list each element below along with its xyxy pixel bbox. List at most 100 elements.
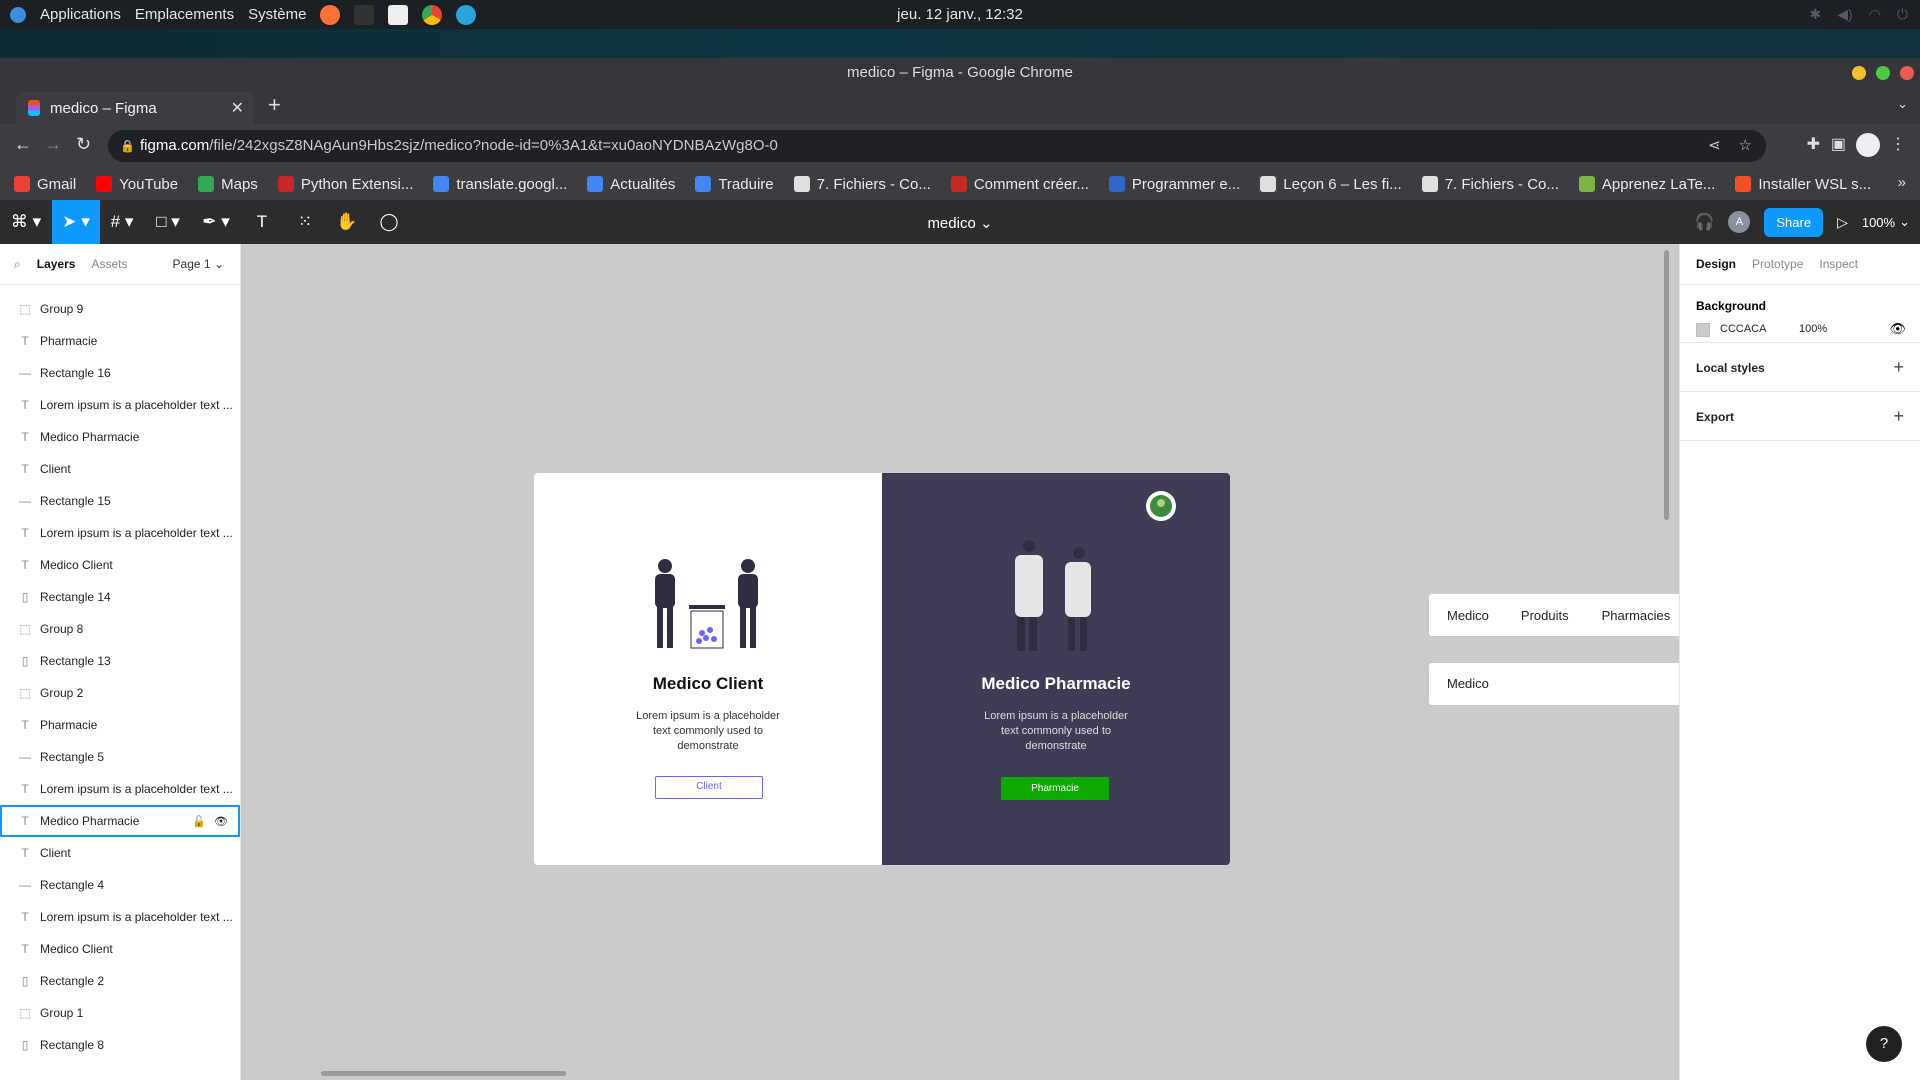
layer-row[interactable]: T Client: [0, 837, 240, 869]
os-menu-places[interactable]: Emplacements: [135, 6, 234, 23]
chevron-down-icon[interactable]: ⌄: [980, 215, 993, 232]
layer-row[interactable]: T Pharmacie: [0, 325, 240, 357]
tab-layers[interactable]: Layers: [37, 257, 76, 271]
vertical-scrollbar[interactable]: [1664, 250, 1669, 520]
audio-icon[interactable]: 🎧: [1694, 212, 1714, 232]
close-tab-icon[interactable]: ✕: [231, 98, 244, 118]
nav-item-medico[interactable]: Medico: [1447, 608, 1489, 623]
minimize-button[interactable]: [1852, 66, 1866, 80]
bookmark-item[interactable]: 7. Fichiers - Co...: [1421, 176, 1559, 193]
nav-item-produits[interactable]: Produits: [1521, 608, 1569, 623]
bookmark-item[interactable]: Gmail: [14, 176, 76, 193]
client-description[interactable]: Lorem ipsum is a placeholder text common…: [628, 709, 788, 754]
hand-tool-icon[interactable]: ✋: [326, 200, 368, 244]
bookmark-item[interactable]: Maps: [198, 176, 258, 193]
present-icon[interactable]: ▷: [1837, 214, 1848, 231]
address-bar[interactable]: 🔒 medico figma.com/file/242xgsZ8NAgAun9H…: [108, 130, 1766, 162]
tab-design[interactable]: Design: [1696, 257, 1736, 271]
profile-avatar[interactable]: [1856, 133, 1880, 157]
reload-icon[interactable]: ↻: [76, 134, 91, 155]
layer-row[interactable]: T Pharmacie: [0, 709, 240, 741]
help-button[interactable]: ?: [1866, 1026, 1902, 1062]
forward-icon[interactable]: →: [44, 134, 62, 155]
new-tab-button[interactable]: +: [268, 92, 281, 118]
navbar-frame[interactable]: Medico Produits Pharmacies: [1429, 594, 1679, 636]
layer-row[interactable]: — Rectangle 5: [0, 741, 240, 773]
client-panel[interactable]: Medico Client Lorem ipsum is a placehold…: [534, 473, 882, 865]
layer-row[interactable]: — Rectangle 16: [0, 357, 240, 389]
user-avatar[interactable]: A: [1728, 211, 1751, 233]
layer-row[interactable]: T Lorem ipsum is a placeholder text ...: [0, 773, 240, 805]
close-window-button[interactable]: [1900, 66, 1914, 80]
distro-logo-icon[interactable]: [10, 6, 26, 23]
layer-row[interactable]: T Lorem ipsum is a placeholder text ...: [0, 389, 240, 421]
layer-row[interactable]: — Rectangle 4: [0, 869, 240, 901]
layer-row[interactable]: T Lorem ipsum is a placeholder text ...: [0, 901, 240, 933]
background-hex[interactable]: CCCACA: [1720, 323, 1766, 335]
bookmark-item[interactable]: Leçon 6 – Les fi...: [1260, 176, 1402, 193]
browser-tab[interactable]: medico – Figma ✕: [16, 92, 254, 124]
terminal-icon[interactable]: [354, 4, 375, 25]
bookmark-star-icon[interactable]: ☆: [1739, 130, 1752, 162]
bookmark-item[interactable]: translate.googl...: [433, 176, 567, 193]
share-page-icon[interactable]: ⋖: [1708, 130, 1721, 162]
bookmark-item[interactable]: Actualités: [587, 176, 675, 193]
background-swatch[interactable]: [1696, 323, 1710, 337]
maximize-button[interactable]: [1876, 66, 1890, 80]
layer-row[interactable]: T Client: [0, 453, 240, 485]
page-chevron-icon[interactable]: ⌄: [214, 257, 224, 271]
zoom-level[interactable]: 100%: [1862, 215, 1895, 230]
resources-tool-icon[interactable]: ⁙: [284, 200, 326, 244]
layers-search-icon[interactable]: ⌕: [14, 257, 21, 272]
bookmark-item[interactable]: Apprenez LaTe...: [1578, 176, 1715, 193]
pharmacie-description[interactable]: Lorem ipsum is a placeholder text common…: [976, 709, 1136, 754]
background-opacity[interactable]: 100%: [1799, 323, 1827, 335]
move-tool-icon[interactable]: ➤ ▾: [52, 200, 100, 244]
bookmark-item[interactable]: Comment créer...: [950, 176, 1089, 193]
client-title[interactable]: Medico Client: [534, 674, 882, 694]
bluetooth-icon[interactable]: ✱: [1810, 6, 1822, 23]
pen-tool-icon[interactable]: ✒ ▾: [192, 200, 240, 244]
layer-row[interactable]: — Rectangle 15: [0, 485, 240, 517]
volume-icon[interactable]: ◀): [1837, 6, 1852, 23]
layer-row[interactable]: T Lorem ipsum is a placeholder text ...: [0, 517, 240, 549]
os-menu-system[interactable]: Système: [248, 6, 306, 23]
login-choice-frame[interactable]: Medico Client Lorem ipsum is a placehold…: [534, 473, 1230, 865]
side-panel-icon[interactable]: ▣: [1831, 134, 1846, 154]
layer-row[interactable]: T Medico Pharmacie 🔓 👁: [0, 805, 240, 837]
horizontal-scrollbar[interactable]: [321, 1071, 566, 1076]
eye-icon[interactable]: 👁: [214, 815, 228, 828]
nav2-item-medico[interactable]: Medico: [1447, 676, 1489, 691]
layer-row[interactable]: ⬚ Group 8: [0, 613, 240, 645]
back-icon[interactable]: ←: [14, 134, 32, 155]
bookmark-item[interactable]: Python Extensi...: [277, 176, 413, 193]
comment-tool-icon[interactable]: ◯: [368, 200, 410, 244]
document-viewer-icon[interactable]: [388, 4, 409, 25]
bookmark-item[interactable]: Programmer e...: [1108, 176, 1240, 193]
text-tool-icon[interactable]: T: [240, 200, 284, 244]
figma-main-menu-icon[interactable]: ⌘ ▾: [0, 200, 52, 244]
page-selector[interactable]: Page 1: [173, 257, 211, 271]
client-button[interactable]: Client: [655, 776, 763, 799]
layer-row[interactable]: ▯ Rectangle 14: [0, 581, 240, 613]
share-button[interactable]: Share: [1764, 207, 1824, 237]
layer-row[interactable]: T Medico Client: [0, 549, 240, 581]
firefox-icon[interactable]: [320, 4, 341, 25]
wifi-icon[interactable]: ◠: [1869, 6, 1881, 23]
layer-row[interactable]: ▯ Rectangle 13: [0, 645, 240, 677]
bookmark-item[interactable]: YouTube: [96, 176, 178, 193]
layer-row[interactable]: ⬚ Group 1: [0, 997, 240, 1029]
tab-search-icon[interactable]: ⌄: [1897, 96, 1908, 112]
telegram-icon[interactable]: [456, 4, 477, 25]
nav-item-pharmacies[interactable]: Pharmacies: [1602, 608, 1671, 623]
layer-row[interactable]: ▯ Rectangle 2: [0, 965, 240, 997]
lock-icon[interactable]: 🔒: [120, 130, 135, 162]
tab-inspect[interactable]: Inspect: [1819, 257, 1858, 271]
bookmark-item[interactable]: Installer WSL s...: [1735, 176, 1871, 193]
tab-assets[interactable]: Assets: [91, 257, 127, 271]
navbar-frame-2[interactable]: Medico: [1429, 663, 1679, 705]
layer-row[interactable]: ⬚ Group 9: [0, 293, 240, 325]
bookmark-item[interactable]: Traduire: [695, 176, 774, 193]
layer-row[interactable]: T Medico Client: [0, 933, 240, 965]
pharmacie-panel[interactable]: Medico Pharmacie Lorem ipsum is a placeh…: [882, 473, 1230, 865]
